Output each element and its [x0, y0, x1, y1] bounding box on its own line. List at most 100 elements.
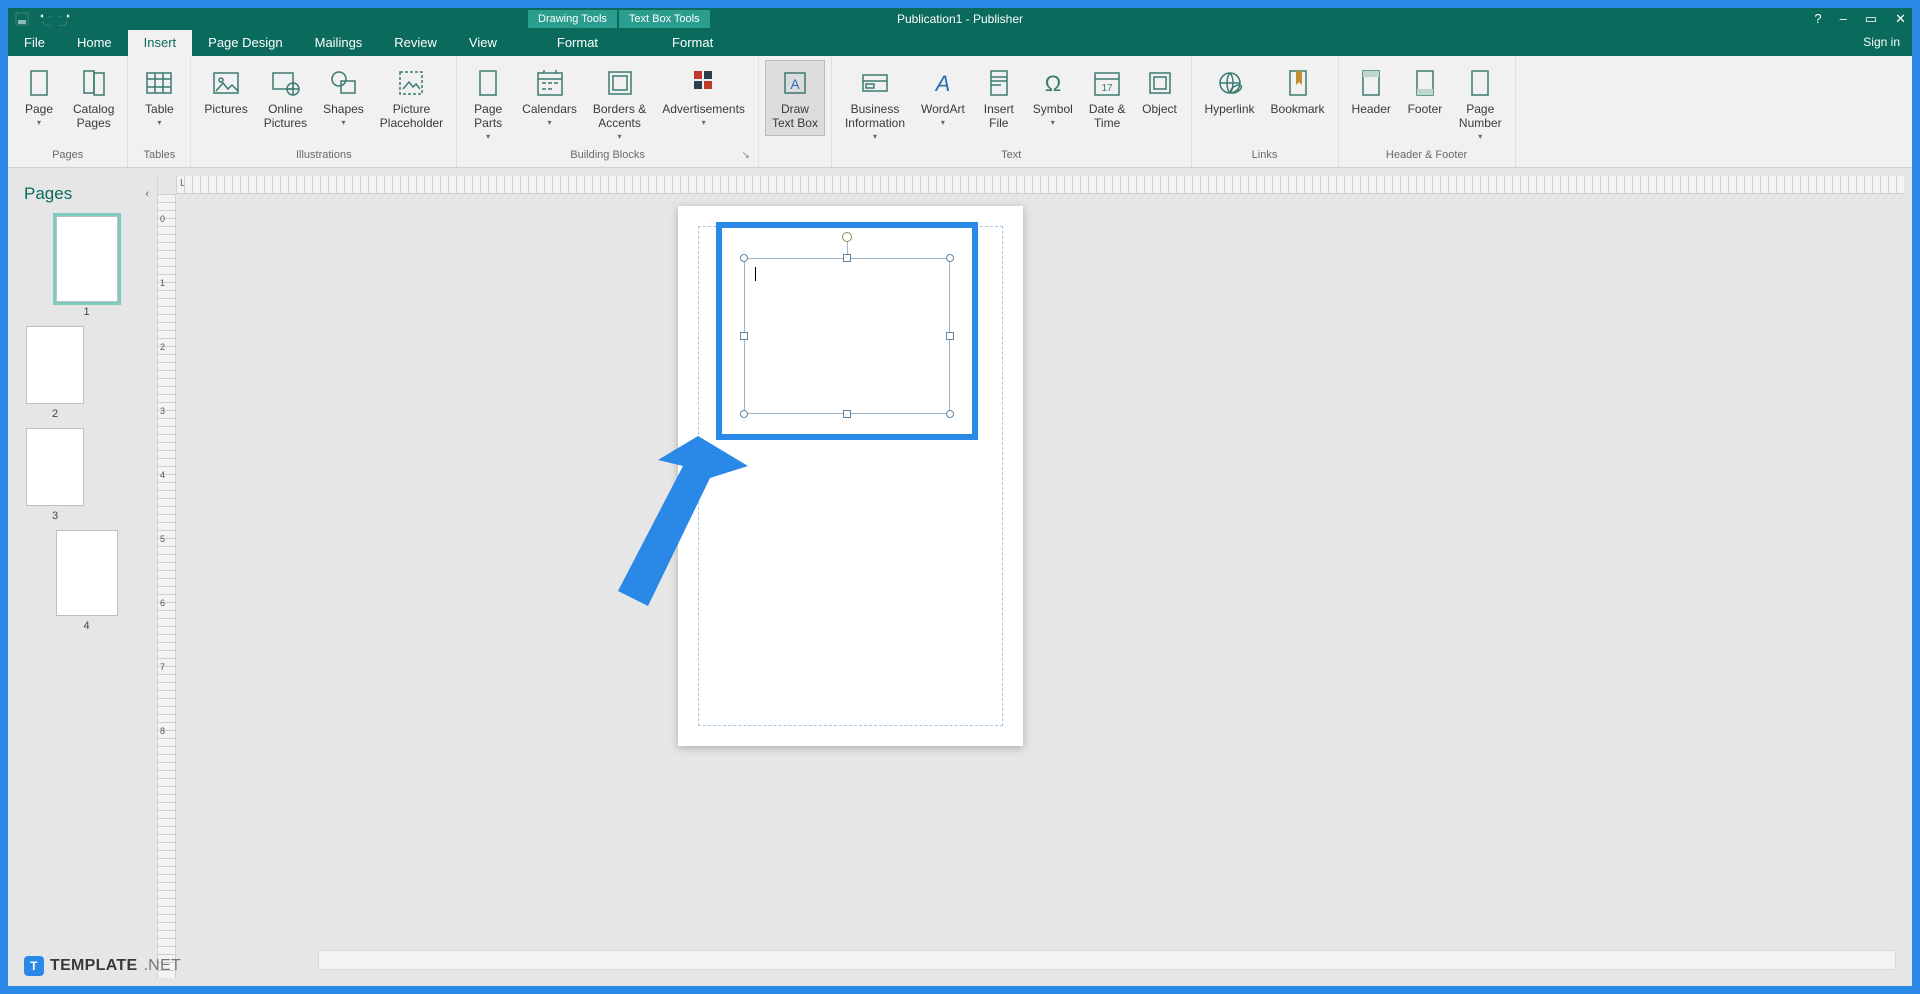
page-thumb-4[interactable]: 4 — [26, 530, 147, 632]
ruler-number: 4 — [160, 470, 165, 480]
dropdown-icon: ▾ — [157, 118, 161, 127]
ribbon-group-label: Links — [1198, 149, 1332, 167]
ribbon-advertisements-button[interactable]: Advertisements▾ — [655, 60, 752, 132]
help-icon[interactable]: ? — [1814, 11, 1821, 27]
ribbon-wordart-button[interactable]: AWordArt▾ — [914, 60, 972, 132]
pictures-icon — [208, 65, 244, 101]
close-icon[interactable]: ✕ — [1895, 11, 1906, 27]
resize-handle-w[interactable] — [740, 332, 748, 340]
ruler-number: 6 — [160, 598, 165, 608]
ribbon-page-parts-button[interactable]: Page Parts▾ — [463, 60, 513, 146]
ribbon-group-header-footer: HeaderFooterPage Number▾Header & Footer — [1339, 56, 1516, 167]
ribbon-header-button[interactable]: Header — [1345, 60, 1398, 122]
text-box[interactable] — [744, 258, 950, 414]
ribbon-group-label: Pages — [14, 149, 121, 167]
ribbon-online-pictures-button[interactable]: Online Pictures — [257, 60, 314, 136]
resize-handle-e[interactable] — [946, 332, 954, 340]
ribbon-object-button[interactable]: Object — [1135, 60, 1185, 122]
ribbon-footer-button[interactable]: Footer — [1400, 60, 1450, 122]
advertisements-icon — [686, 65, 722, 101]
canvas-area[interactable]: L 012345678 — [158, 176, 1904, 978]
ruler-number: 3 — [160, 406, 165, 416]
save-icon[interactable] — [14, 11, 30, 27]
ribbon-button-label: Date & Time — [1089, 103, 1126, 131]
resize-handle-ne[interactable] — [946, 254, 954, 262]
rotation-handle[interactable] — [842, 232, 852, 242]
tab-mailings[interactable]: Mailings — [299, 30, 379, 56]
tab-view[interactable]: View — [453, 30, 513, 56]
picture-placeholder-icon — [393, 65, 429, 101]
ribbon-button-label: Table — [145, 103, 174, 117]
ribbon-picture-placeholder-button[interactable]: Picture Placeholder — [373, 60, 450, 136]
undo-icon[interactable] — [36, 11, 52, 27]
ribbon-group-label: Building Blocks↘ — [463, 149, 752, 167]
window-title: Publication1 - Publisher — [8, 12, 1912, 26]
window-controls: ? – ▭ ✕ — [1814, 11, 1906, 27]
ribbon-date-time-button[interactable]: 17Date & Time — [1082, 60, 1133, 136]
ribbon-page-button[interactable]: Page▾ — [14, 60, 64, 132]
ribbon-button-label: WordArt — [921, 103, 965, 117]
tab-home[interactable]: Home — [61, 30, 128, 56]
page-thumb-number: 3 — [52, 510, 58, 522]
ribbon-borders-accents-button[interactable]: Borders & Accents▾ — [586, 60, 653, 146]
tab-insert[interactable]: Insert — [128, 30, 193, 56]
ribbon-button-label: Hyperlink — [1205, 103, 1255, 117]
ribbon-bookmark-button[interactable]: Bookmark — [1264, 60, 1332, 122]
page-thumb-preview — [56, 216, 118, 302]
svg-text:A: A — [934, 71, 951, 96]
ribbon-page-number-button[interactable]: Page Number▾ — [1452, 60, 1509, 146]
resize-handle-nw[interactable] — [740, 254, 748, 262]
ribbon-button-label: Page — [25, 103, 53, 117]
ribbon-hyperlink-button[interactable]: Hyperlink — [1198, 60, 1262, 122]
maximize-icon[interactable]: ▭ — [1865, 11, 1877, 27]
tab-review[interactable]: Review — [378, 30, 453, 56]
resize-handle-sw[interactable] — [740, 410, 748, 418]
redo-icon[interactable] — [58, 11, 74, 27]
ribbon-business-information-button[interactable]: Business Information▾ — [838, 60, 912, 146]
minimize-icon[interactable]: – — [1840, 11, 1847, 27]
vertical-ruler: 012345678 — [158, 194, 176, 978]
ribbon-insert-file-button[interactable]: Insert File — [974, 60, 1024, 136]
dropdown-icon: ▾ — [702, 118, 706, 127]
ribbon-group-label: Tables — [134, 149, 184, 167]
ribbon-pictures-button[interactable]: Pictures — [197, 60, 254, 122]
ribbon-draw-text-box-button[interactable]: ADraw Text Box — [765, 60, 825, 136]
resize-handle-n[interactable] — [843, 254, 851, 262]
resize-handle-se[interactable] — [946, 410, 954, 418]
ribbon-symbol-button[interactable]: ΩSymbol▾ — [1026, 60, 1080, 132]
page-thumb-number: 4 — [83, 620, 89, 632]
horizontal-scrollbar[interactable] — [318, 950, 1896, 970]
ribbon-shapes-button[interactable]: Shapes▾ — [316, 60, 371, 132]
ribbon-button-label: Object — [1142, 103, 1177, 117]
footer-icon — [1407, 65, 1443, 101]
ribbon-group-label — [765, 149, 825, 167]
dropdown-icon: ▾ — [873, 132, 877, 141]
dialog-launcher-icon[interactable]: ↘ — [742, 150, 750, 161]
page-thumb-3[interactable]: 3 — [26, 428, 84, 522]
ribbon-calendars-button[interactable]: Calendars▾ — [515, 60, 584, 132]
dropdown-icon: ▾ — [1478, 132, 1482, 141]
page-thumb-1[interactable]: 1 — [26, 216, 147, 318]
table-icon — [141, 65, 177, 101]
pages-panel-label: Pages — [24, 184, 72, 204]
calendars-icon — [532, 65, 568, 101]
ribbon-group-textbox: ADraw Text Box — [759, 56, 832, 167]
ribbon-catalog-pages-button[interactable]: Catalog Pages — [66, 60, 121, 136]
online-pictures-icon — [267, 65, 303, 101]
tab-file[interactable]: File — [8, 30, 61, 56]
ribbon-button-label: Page Number — [1459, 103, 1502, 131]
ruler-number: 7 — [160, 662, 165, 672]
sign-in-link[interactable]: Sign in — [1851, 30, 1912, 56]
resize-handle-s[interactable] — [843, 410, 851, 418]
insert-file-icon — [981, 65, 1017, 101]
page-thumb-2[interactable]: 2 — [26, 326, 84, 420]
tab-format-textbox[interactable]: Format — [648, 30, 737, 56]
wordart-icon: A — [925, 65, 961, 101]
page-thumb-number: 1 — [83, 306, 89, 318]
ribbon-button-label: Symbol — [1033, 103, 1073, 117]
collapse-panel-icon[interactable]: ‹ — [145, 188, 149, 200]
ribbon-button-label: Catalog Pages — [73, 103, 114, 131]
ribbon-table-button[interactable]: Table▾ — [134, 60, 184, 132]
tab-page-design[interactable]: Page Design — [192, 30, 298, 56]
tab-format-drawing[interactable]: Format — [533, 30, 622, 56]
